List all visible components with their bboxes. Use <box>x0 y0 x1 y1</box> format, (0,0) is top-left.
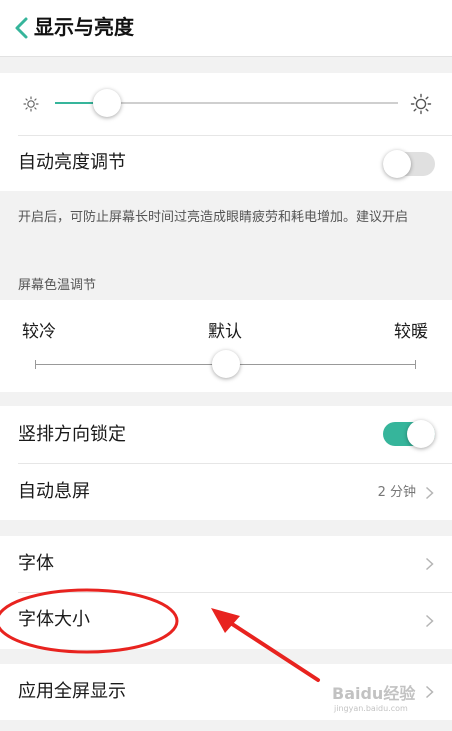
watermark-text: Baidu经验 <box>332 684 416 703</box>
chevron-right-icon <box>425 557 434 571</box>
back-arrow-icon[interactable] <box>13 16 33 40</box>
divider <box>18 463 452 464</box>
font-label[interactable]: 字体 <box>18 551 54 577</box>
fullscreen-apps-label[interactable]: 应用全屏显示 <box>18 679 126 705</box>
auto-brightness-label: 自动亮度调节 <box>18 152 126 173</box>
color-temp-tick-left <box>35 360 36 369</box>
brightness-slider-track[interactable] <box>107 102 398 104</box>
color-temp-tick-right <box>415 360 416 369</box>
color-temp-default-label: 默认 <box>208 322 242 342</box>
page-title: 显示与亮度 <box>34 15 134 39</box>
brightness-low-icon <box>23 96 39 112</box>
chevron-right-icon <box>425 486 434 500</box>
divider <box>18 135 452 136</box>
toggle-knob <box>383 150 411 178</box>
auto-brightness-toggle[interactable] <box>383 150 435 178</box>
color-temp-cold-label: 较冷 <box>22 322 56 342</box>
divider <box>18 592 452 593</box>
brightness-slider-thumb[interactable] <box>93 89 121 117</box>
toggle-knob <box>407 420 435 448</box>
brightness-high-icon <box>410 93 432 115</box>
color-temp-warm-label: 较暖 <box>394 322 428 342</box>
color-temperature-section-title: 屏幕色温调节 <box>18 278 97 293</box>
portrait-lock-label: 竖排方向锁定 <box>18 424 126 445</box>
auto-brightness-description: 开启后，可防止屏幕长时间过亮造成眼睛疲劳和耗电增加。建议开启 <box>18 210 409 225</box>
watermark-url: jingyan.baidu.com <box>334 704 408 713</box>
auto-sleep-value: 2 分钟 <box>377 485 416 500</box>
chevron-right-icon <box>425 614 434 628</box>
auto-sleep-label[interactable]: 自动息屏 <box>18 479 90 505</box>
color-temp-slider-thumb[interactable] <box>212 350 240 378</box>
baidu-watermark: Baidu经验 jingyan.baidu.com <box>332 674 442 724</box>
color-temperature-card <box>0 300 452 392</box>
portrait-lock-toggle[interactable] <box>383 420 435 448</box>
font-size-label[interactable]: 字体大小 <box>18 607 90 633</box>
top-bar: 显示与亮度 <box>0 0 452 57</box>
